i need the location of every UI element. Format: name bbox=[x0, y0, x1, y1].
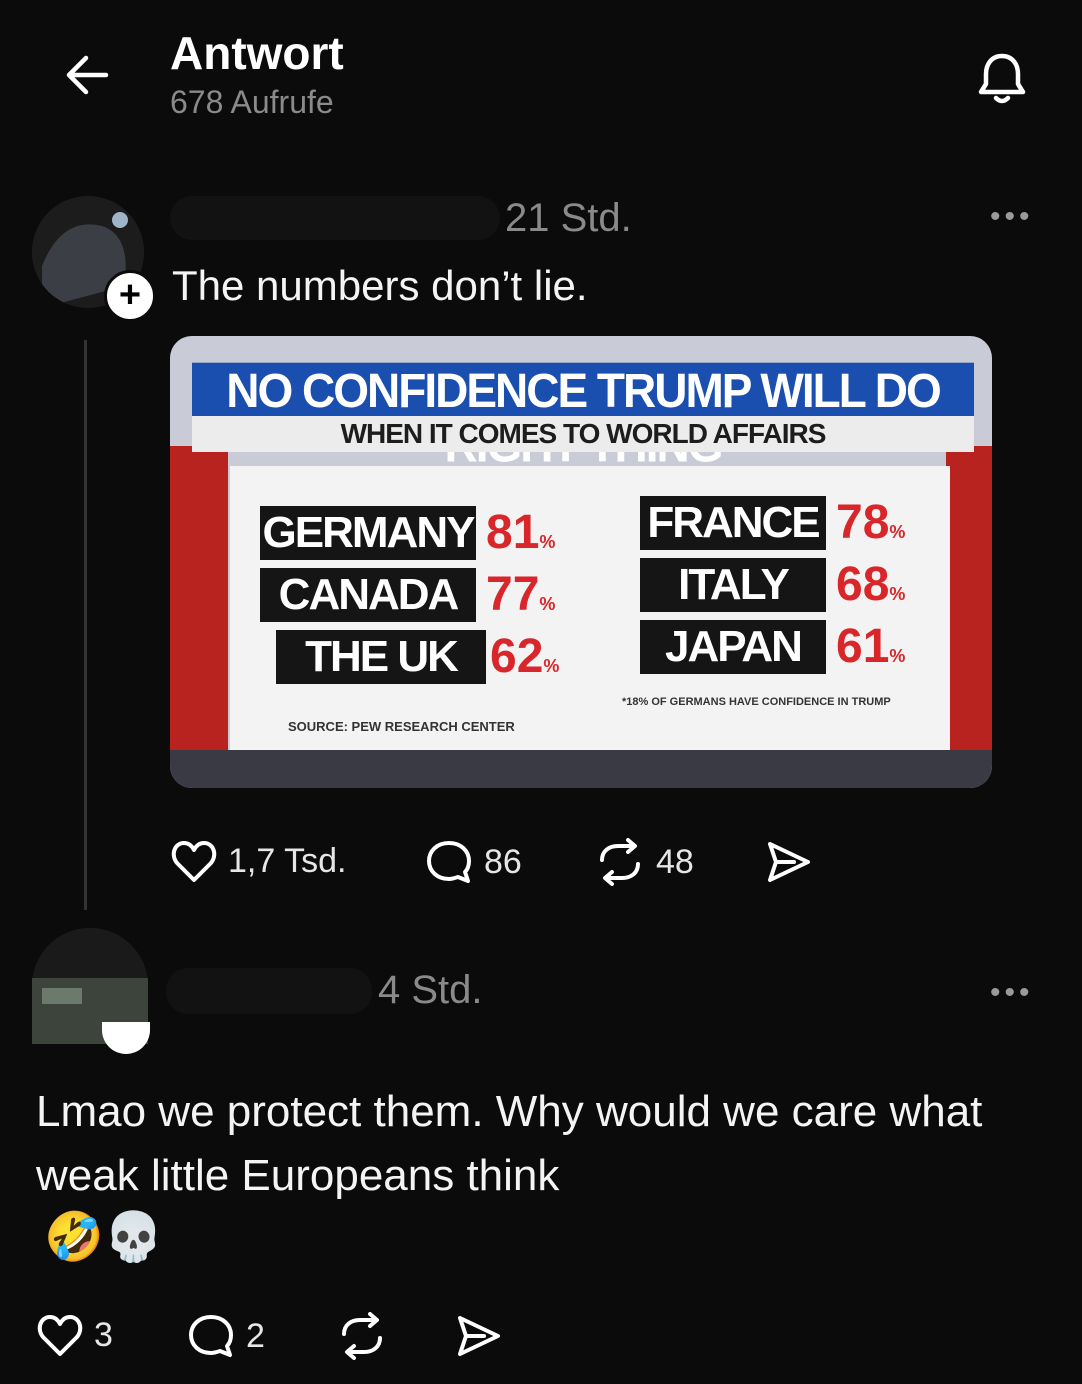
image-footnote: *18% OF GERMANS HAVE CONFIDENCE IN TRUMP bbox=[622, 696, 891, 708]
back-button[interactable] bbox=[60, 48, 114, 102]
share-icon bbox=[768, 842, 810, 882]
country-value: 78% bbox=[836, 496, 906, 549]
post-text: Lmao we protect them. Why would we care … bbox=[36, 1087, 983, 1200]
redacted-username bbox=[166, 968, 372, 1014]
country-name: JAPAN bbox=[640, 620, 826, 674]
heart-icon bbox=[37, 1315, 83, 1356]
heart-icon bbox=[171, 841, 217, 882]
back-arrow-icon bbox=[66, 55, 109, 95]
country-value: 61% bbox=[836, 620, 906, 673]
more-icon: ••• bbox=[990, 200, 1034, 233]
image-side-panel bbox=[946, 446, 992, 766]
reply-button[interactable]: 86 bbox=[424, 838, 522, 886]
image-headline: NO CONFIDENCE TRUMP WILL DO RIGHT THING bbox=[192, 362, 974, 472]
country-name: GERMANY bbox=[260, 506, 476, 560]
redacted-username bbox=[170, 196, 500, 240]
image-subheadline: WHEN IT COMES TO WORLD AFFAIRS bbox=[192, 416, 974, 452]
reply-count: 86 bbox=[484, 842, 522, 881]
repost-count: 48 bbox=[656, 842, 694, 881]
image-floor bbox=[170, 750, 992, 788]
country-name: FRANCE bbox=[640, 496, 826, 550]
plus-icon: + bbox=[118, 274, 142, 316]
repost-button[interactable]: 48 bbox=[594, 838, 694, 886]
like-button[interactable]: 1,7 Tsd. bbox=[170, 838, 346, 884]
country-name: THE UK bbox=[276, 630, 486, 684]
image-source: SOURCE: PEW RESEARCH CENTER bbox=[288, 719, 515, 734]
share-icon bbox=[458, 1316, 500, 1356]
comment-icon bbox=[189, 1315, 233, 1357]
post-image[interactable]: NO CONFIDENCE TRUMP WILL DO RIGHT THING … bbox=[170, 336, 992, 788]
reply-button[interactable]: 2 bbox=[186, 1312, 265, 1360]
reply-count: 2 bbox=[246, 1316, 265, 1355]
page-title: Antwort bbox=[170, 27, 344, 79]
thread-line bbox=[84, 340, 87, 910]
more-button[interactable]: ••• bbox=[990, 200, 1034, 234]
share-button[interactable] bbox=[764, 838, 814, 886]
follow-badge[interactable] bbox=[102, 1022, 150, 1054]
image-side-panel bbox=[170, 446, 228, 766]
follow-button[interactable]: + bbox=[104, 270, 156, 322]
country-value: 81% bbox=[486, 506, 556, 559]
post-time: 21 Std. bbox=[505, 196, 632, 240]
country-value: 62% bbox=[490, 630, 560, 683]
like-count: 1,7 Tsd. bbox=[228, 841, 347, 880]
like-button[interactable]: 3 bbox=[36, 1312, 113, 1358]
country-value: 68% bbox=[836, 558, 906, 611]
post-text: The numbers don’t lie. bbox=[172, 262, 588, 309]
more-button[interactable]: ••• bbox=[990, 976, 1034, 1010]
country-name: CANADA bbox=[260, 568, 476, 622]
repost-button[interactable] bbox=[336, 1312, 388, 1360]
more-icon: ••• bbox=[990, 976, 1034, 1009]
share-button[interactable] bbox=[454, 1312, 504, 1360]
comment-icon bbox=[427, 841, 471, 883]
country-name: ITALY bbox=[640, 558, 826, 612]
repost-icon bbox=[342, 1312, 382, 1360]
like-count: 3 bbox=[94, 1315, 113, 1354]
country-value: 77% bbox=[486, 568, 556, 621]
results-board: GERMANY 81% CANADA 77% THE UK 62% FRANCE… bbox=[230, 466, 950, 750]
view-count: 678 Aufrufe bbox=[170, 84, 334, 120]
repost-icon bbox=[600, 838, 640, 886]
bell-icon bbox=[978, 53, 1026, 104]
post-time: 4 Std. bbox=[378, 968, 483, 1012]
post-emoji: 🤣💀 bbox=[44, 1211, 164, 1264]
notification-button[interactable] bbox=[972, 48, 1032, 108]
